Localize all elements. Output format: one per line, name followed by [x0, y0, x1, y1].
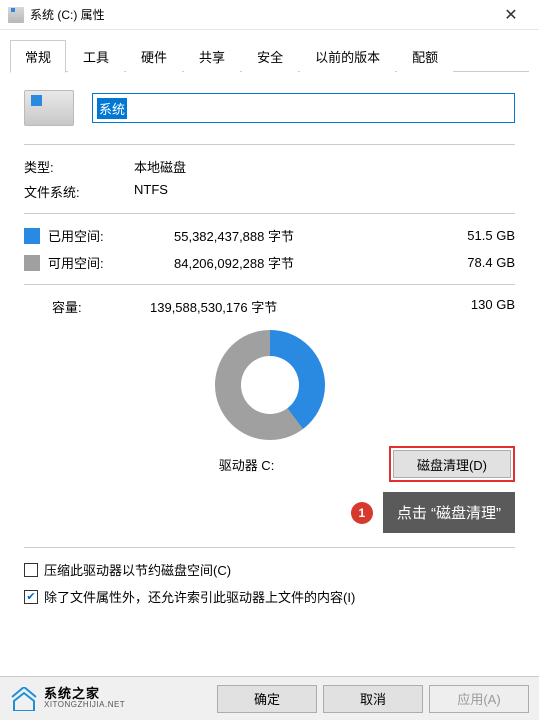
- free-human: 78.4 GB: [435, 255, 515, 270]
- capacity-bytes: 139,588,530,176 字节: [144, 297, 435, 316]
- tab-quota[interactable]: 配额: [397, 40, 453, 72]
- disk-cleanup-button[interactable]: 磁盘清理(D): [393, 450, 511, 478]
- tab-security[interactable]: 安全: [242, 40, 298, 72]
- used-space-row: 已用空间: 55,382,437,888 字节 51.5 GB: [24, 226, 515, 245]
- index-label: 除了文件属性外，还允许索引此驱动器上文件的内容(I): [44, 587, 355, 606]
- watermark-brand: 系统之家 XITONGZHIJIA.NET: [10, 687, 211, 711]
- disk-cleanup-highlight: 磁盘清理(D): [389, 446, 515, 482]
- tab-tools[interactable]: 工具: [68, 40, 124, 72]
- window-title: 系统 (C:) 属性: [30, 6, 491, 23]
- annotation-callout: 点击 “磁盘清理”: [383, 492, 515, 533]
- drive-name-value: 系统: [97, 98, 127, 119]
- capacity-row: 容量: 139,588,530,176 字节 130 GB: [24, 297, 515, 316]
- brand-name: 系统之家: [44, 687, 125, 701]
- brand-logo-icon: [10, 687, 38, 711]
- free-label: 可用空间:: [48, 253, 144, 272]
- cancel-button[interactable]: 取消: [323, 685, 423, 713]
- type-row: 类型: 本地磁盘: [24, 157, 515, 176]
- drive-name-input[interactable]: 系统: [92, 93, 515, 123]
- compress-label: 压缩此驱动器以节约磁盘空间(C): [44, 560, 231, 579]
- divider: [24, 213, 515, 214]
- index-checkbox-row[interactable]: ✔ 除了文件属性外，还允许索引此驱动器上文件的内容(I): [24, 587, 515, 606]
- free-bytes: 84,206,092,288 字节: [144, 253, 435, 272]
- tab-content: 系统 类型: 本地磁盘 文件系统: NTFS 已用空间: 55,382,437,…: [0, 72, 539, 622]
- drive-large-icon: [24, 90, 74, 126]
- annotation-row: 1 点击 “磁盘清理”: [24, 492, 515, 533]
- capacity-human: 130 GB: [435, 297, 515, 316]
- type-value: 本地磁盘: [134, 157, 515, 176]
- free-space-row: 可用空间: 84,206,092,288 字节 78.4 GB: [24, 253, 515, 272]
- divider: [24, 284, 515, 285]
- drive-icon: [8, 7, 24, 23]
- divider: [24, 547, 515, 548]
- capacity-label: 容量:: [24, 297, 144, 316]
- compress-checkbox[interactable]: [24, 563, 38, 577]
- brand-url: XITONGZHIJIA.NET: [44, 701, 125, 710]
- divider: [24, 144, 515, 145]
- free-color-swatch: [24, 255, 40, 271]
- annotation-badge: 1: [351, 502, 373, 524]
- tab-previous-versions[interactable]: 以前的版本: [300, 40, 395, 72]
- usage-chart-wrap: [24, 330, 515, 440]
- tab-hardware[interactable]: 硬件: [126, 40, 182, 72]
- tab-general[interactable]: 常规: [10, 40, 66, 73]
- used-bytes: 55,382,437,888 字节: [144, 226, 435, 245]
- filesystem-label: 文件系统:: [24, 182, 134, 201]
- filesystem-value: NTFS: [134, 182, 515, 201]
- filesystem-row: 文件系统: NTFS: [24, 182, 515, 201]
- usage-donut-chart: [215, 330, 325, 440]
- used-label: 已用空间:: [48, 226, 144, 245]
- dialog-footer: 系统之家 XITONGZHIJIA.NET 确定 取消 应用(A): [0, 676, 539, 720]
- close-icon[interactable]: ✕: [491, 1, 531, 29]
- type-label: 类型:: [24, 157, 134, 176]
- tabstrip: 常规 工具 硬件 共享 安全 以前的版本 配额: [0, 30, 539, 72]
- compress-checkbox-row[interactable]: 压缩此驱动器以节约磁盘空间(C): [24, 560, 515, 579]
- used-color-swatch: [24, 228, 40, 244]
- index-checkbox[interactable]: ✔: [24, 590, 38, 604]
- titlebar: 系统 (C:) 属性 ✕: [0, 0, 539, 30]
- used-human: 51.5 GB: [435, 228, 515, 243]
- ok-button[interactable]: 确定: [217, 685, 317, 713]
- drive-letter-label: 驱动器 C:: [24, 455, 389, 474]
- tab-sharing[interactable]: 共享: [184, 40, 240, 72]
- apply-button[interactable]: 应用(A): [429, 685, 529, 713]
